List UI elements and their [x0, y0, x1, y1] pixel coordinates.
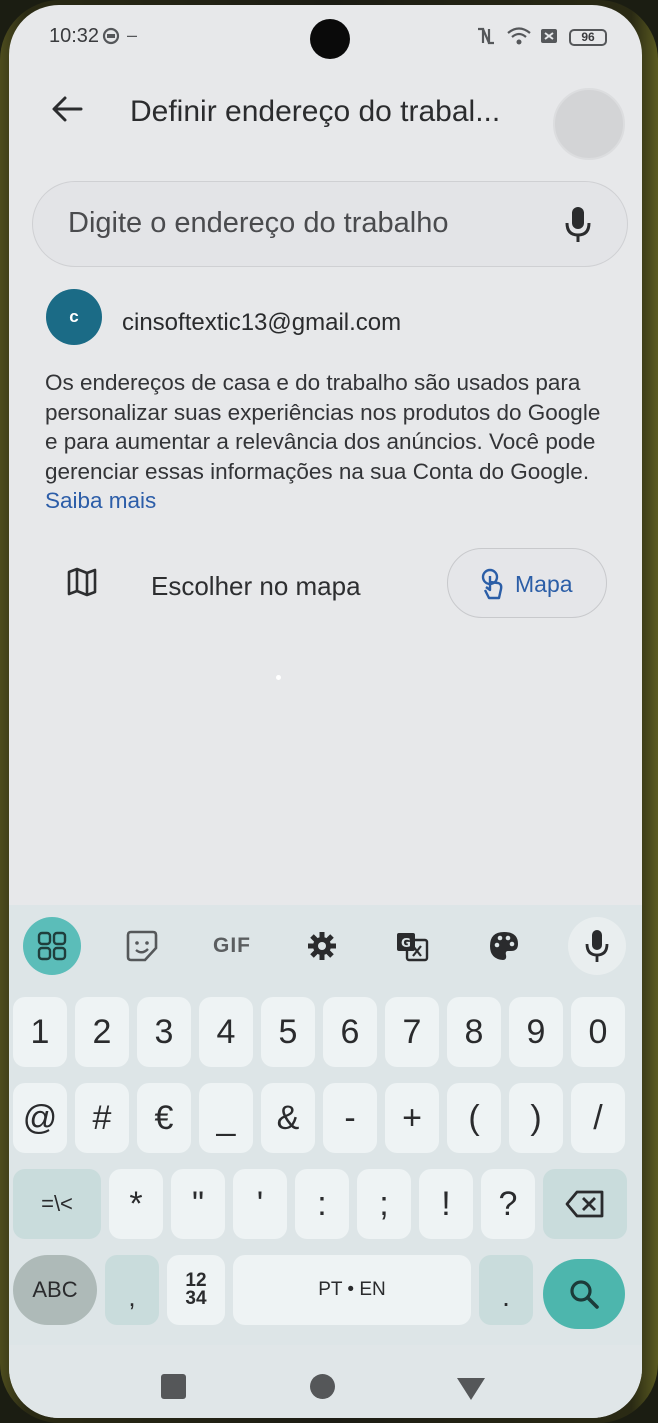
camera-cutout: [310, 19, 350, 59]
nfc-icon: [475, 26, 497, 50]
key-2[interactable]: 2: [75, 997, 129, 1067]
palette-icon: [490, 932, 518, 960]
arrow-left-icon: [52, 96, 83, 122]
keyboard-voice-button[interactable]: [568, 917, 626, 975]
learn-more-link[interactable]: Saiba mais: [45, 488, 156, 513]
recent-apps-button[interactable]: [161, 1374, 186, 1399]
numpad-key-bottom: 34: [185, 1288, 207, 1309]
map-button-label: Mapa: [515, 571, 573, 597]
apps-grid-button[interactable]: [23, 917, 81, 975]
key-minus[interactable]: -: [323, 1083, 377, 1153]
key-euro[interactable]: €: [137, 1083, 191, 1153]
back-button[interactable]: [45, 87, 89, 131]
apps-grid-icon: [37, 931, 67, 961]
gif-button[interactable]: GIF: [203, 917, 261, 975]
nav-back-button[interactable]: [457, 1378, 485, 1400]
space-key[interactable]: PT • EN: [233, 1255, 471, 1325]
search-key[interactable]: [543, 1259, 625, 1329]
key-slash[interactable]: /: [571, 1083, 625, 1153]
key-double-quote[interactable]: ": [171, 1169, 225, 1239]
navigation-bar: [9, 1345, 642, 1418]
choose-on-map-label[interactable]: Escolher no mapa: [151, 571, 361, 602]
info-text: Os endereços de casa e do trabalho são u…: [45, 368, 615, 516]
key-hash[interactable]: #: [75, 1083, 129, 1153]
key-at[interactable]: @: [13, 1083, 67, 1153]
key-0[interactable]: 0: [571, 997, 625, 1067]
backspace-key[interactable]: [543, 1169, 627, 1239]
map-button[interactable]: Mapa: [447, 548, 607, 618]
key-question[interactable]: ?: [481, 1169, 535, 1239]
account-avatar[interactable]: c: [46, 289, 102, 345]
touch-dot: [276, 675, 281, 680]
key-underscore[interactable]: _: [199, 1083, 253, 1153]
key-7[interactable]: 7: [385, 997, 439, 1067]
account-email: cinsoftextic13@gmail.com: [122, 309, 402, 336]
home-button[interactable]: [310, 1374, 335, 1399]
gear-icon: [308, 932, 336, 960]
theme-button[interactable]: [475, 917, 533, 975]
mic-icon: [565, 207, 591, 242]
sim-icon: [539, 26, 559, 50]
touch-icon: [481, 568, 503, 600]
sticker-icon: [126, 930, 158, 962]
profile-avatar[interactable]: [553, 88, 625, 160]
voice-search-button[interactable]: [563, 205, 593, 245]
numpad-key-label: 12 34: [185, 1271, 207, 1309]
mic-icon: [585, 930, 609, 962]
key-close-paren[interactable]: ): [509, 1083, 563, 1153]
search-placeholder: Digite o endereço do trabalho: [68, 207, 449, 239]
minus-icon: –: [127, 25, 138, 45]
wifi-icon: [506, 26, 532, 50]
key-5[interactable]: 5: [261, 997, 315, 1067]
svg-text:G: G: [401, 936, 411, 950]
key-colon[interactable]: :: [295, 1169, 349, 1239]
key-8[interactable]: 8: [447, 997, 501, 1067]
battery-indicator: 96: [569, 29, 607, 46]
translate-icon: G: [397, 933, 429, 962]
sticker-button[interactable]: [113, 917, 171, 975]
key-9[interactable]: 9: [509, 997, 563, 1067]
key-single-quote[interactable]: ': [233, 1169, 287, 1239]
map-icon: [66, 567, 98, 597]
more-symbols-key[interactable]: =\<: [13, 1169, 101, 1239]
numpad-key[interactable]: 12 34: [167, 1255, 225, 1325]
page-title: Definir endereço do trabal...: [130, 95, 501, 128]
notification-icon: [101, 26, 121, 50]
translate-button[interactable]: G: [383, 917, 441, 975]
key-6[interactable]: 6: [323, 997, 377, 1067]
status-bar: 10:32 – 96: [9, 5, 642, 67]
status-time: 10:32: [49, 25, 100, 47]
key-4[interactable]: 4: [199, 997, 253, 1067]
key-asterisk[interactable]: *: [109, 1169, 163, 1239]
search-icon: [570, 1280, 599, 1309]
key-plus[interactable]: +: [385, 1083, 439, 1153]
info-body: Os endereços de casa e do trabalho são u…: [45, 370, 601, 484]
key-3[interactable]: 3: [137, 997, 191, 1067]
keyboard-settings-button[interactable]: [293, 917, 351, 975]
abc-key[interactable]: ABC: [13, 1255, 97, 1325]
key-1[interactable]: 1: [13, 997, 67, 1067]
period-key[interactable]: .: [479, 1255, 533, 1325]
key-exclamation[interactable]: !: [419, 1169, 473, 1239]
comma-key[interactable]: ,: [105, 1255, 159, 1325]
backspace-icon: [565, 1190, 604, 1218]
search-input[interactable]: Digite o endereço do trabalho: [32, 181, 628, 267]
key-ampersand[interactable]: &: [261, 1083, 315, 1153]
keyboard: GIF G 1 2 3 4 5 6 7 8 9 0 @ # € _ & - + …: [9, 905, 642, 1345]
key-open-paren[interactable]: (: [447, 1083, 501, 1153]
key-semicolon[interactable]: ;: [357, 1169, 411, 1239]
screen: 10:32 – 96 Definir endereço do trabal...…: [9, 5, 642, 1418]
